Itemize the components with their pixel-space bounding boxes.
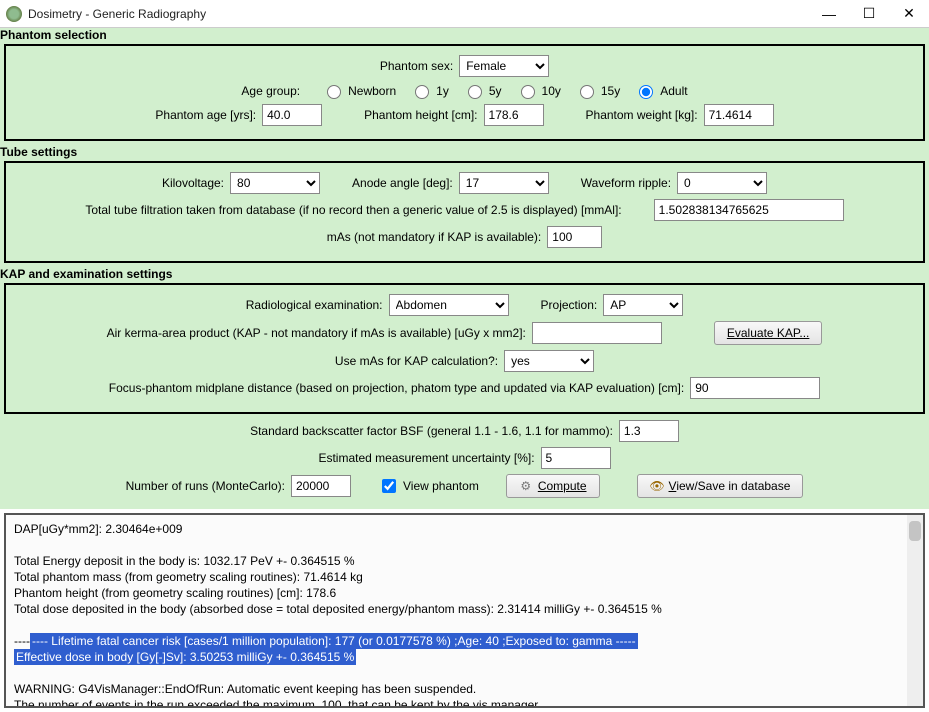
tube-group: Kilovoltage: 80 Anode angle [deg]: 17 Wa… <box>4 161 925 263</box>
output-scrollbar[interactable] <box>907 515 923 706</box>
view-save-button[interactable]: 👁 View/Save in database <box>637 474 804 498</box>
ripple-select[interactable]: 0 <box>677 172 767 194</box>
output-effective-dose: Effective dose in body [Gy[-]Sv]: 3.5025… <box>14 649 356 665</box>
age-group-label: Age group: <box>241 84 300 98</box>
kv-label: Kilovoltage: <box>162 176 224 190</box>
output-line: The number of events in the run exceeded… <box>14 697 915 706</box>
age-radio-newborn[interactable] <box>327 85 341 99</box>
age-radio-adult[interactable] <box>639 85 653 99</box>
output-cancer-risk: ---- Lifetime fatal cancer risk [cases/1… <box>30 633 638 649</box>
scrollbar-thumb[interactable] <box>909 521 921 541</box>
projection-select[interactable]: AP <box>603 294 683 316</box>
exam-select[interactable]: Abdomen <box>389 294 509 316</box>
output-line: Total Energy deposit in the body is: 103… <box>14 553 915 569</box>
age-radio-5y[interactable] <box>468 85 482 99</box>
eye-icon: 👁 <box>650 479 664 493</box>
output-line: WARNING: G4VisManager::EndOfRun: Automat… <box>14 681 915 697</box>
app-icon <box>6 6 22 22</box>
view-phantom-checkbox[interactable] <box>382 479 396 493</box>
anode-select[interactable]: 17 <box>459 172 549 194</box>
phantom-weight-input[interactable] <box>704 104 774 126</box>
age-radio-1y[interactable] <box>415 85 429 99</box>
use-mas-label: Use mAs for KAP calculation?: <box>335 354 498 368</box>
output-line: Phantom height (from geometry scaling ro… <box>14 585 915 601</box>
phantom-age-input[interactable] <box>262 104 322 126</box>
compute-button[interactable]: ⚙ Compute <box>506 474 600 498</box>
close-button[interactable]: ✕ <box>889 1 929 27</box>
projection-label: Projection: <box>541 298 598 312</box>
kv-select[interactable]: 80 <box>230 172 320 194</box>
kap-input[interactable] <box>532 322 662 344</box>
kap-label: Air kerma-area product (KAP - not mandat… <box>107 326 526 340</box>
gear-icon: ⚙ <box>519 479 533 493</box>
phantom-height-label: Phantom height [cm]: <box>364 108 477 122</box>
output-line: DAP[uGy*mm2]: 2.30464e+009 <box>14 521 915 537</box>
minimize-button[interactable]: — <box>809 1 849 27</box>
phantom-sex-label: Phantom sex: <box>380 59 453 73</box>
uncert-label: Estimated measurement uncertainty [%]: <box>318 451 534 465</box>
filtration-input[interactable] <box>654 199 844 221</box>
runs-input[interactable] <box>291 475 351 497</box>
phantom-height-input[interactable] <box>484 104 544 126</box>
uncert-input[interactable] <box>541 447 611 469</box>
general-settings: Standard backscatter factor BSF (general… <box>4 420 925 498</box>
window-title: Dosimetry - Generic Radiography <box>28 7 809 21</box>
age-radio-label: Adult <box>660 84 687 98</box>
mas-label: mAs (not mandatory if KAP is available): <box>327 230 542 244</box>
bsf-input[interactable] <box>619 420 679 442</box>
output-console: DAP[uGy*mm2]: 2.30464e+009 Total Energy … <box>4 513 925 708</box>
age-radio-label: 1y <box>436 84 449 98</box>
ripple-label: Waveform ripple: <box>581 176 671 190</box>
filtration-label: Total tube filtration taken from databas… <box>85 203 621 217</box>
anode-label: Anode angle [deg]: <box>352 176 453 190</box>
phantom-weight-label: Phantom weight [kg]: <box>586 108 698 122</box>
output-line: Total phantom mass (from geometry scalin… <box>14 569 915 585</box>
output-line: Total dose deposited in the body (absorb… <box>14 601 915 617</box>
runs-label: Number of runs (MonteCarlo): <box>126 479 285 493</box>
phantom-group: Phantom sex: Female Age group: Newborn 1… <box>4 44 925 141</box>
age-radio-10y[interactable] <box>521 85 535 99</box>
view-phantom-label: View phantom <box>403 479 479 493</box>
main-panel: Phantom selection Phantom sex: Female Ag… <box>0 28 929 509</box>
kap-group-title: KAP and examination settings <box>0 267 925 281</box>
bsf-label: Standard backscatter factor BSF (general… <box>250 424 613 438</box>
tube-group-title: Tube settings <box>0 145 925 159</box>
evaluate-kap-button[interactable]: Evaluate KAP... <box>714 321 823 345</box>
output-text[interactable]: DAP[uGy*mm2]: 2.30464e+009 Total Energy … <box>6 515 923 706</box>
fpd-input[interactable] <box>690 377 820 399</box>
age-radio-15y[interactable] <box>580 85 594 99</box>
age-group-radios: Newborn 1y 5y 10y 15y Adult <box>322 82 687 99</box>
age-radio-label: 5y <box>489 84 502 98</box>
phantom-age-label: Phantom age [yrs]: <box>155 108 256 122</box>
title-bar: Dosimetry - Generic Radiography — ☐ ✕ <box>0 0 929 28</box>
age-radio-label: 10y <box>542 84 561 98</box>
use-mas-select[interactable]: yes <box>504 350 594 372</box>
age-radio-label: 15y <box>601 84 620 98</box>
mas-input[interactable] <box>547 226 602 248</box>
kap-group: Radiological examination: Abdomen Projec… <box>4 283 925 414</box>
fpd-label: Focus-phantom midplane distance (based o… <box>109 381 684 395</box>
age-radio-label: Newborn <box>348 84 396 98</box>
phantom-group-title: Phantom selection <box>0 28 925 42</box>
phantom-sex-select[interactable]: Female <box>459 55 549 77</box>
exam-label: Radiological examination: <box>246 298 383 312</box>
maximize-button[interactable]: ☐ <box>849 1 889 27</box>
